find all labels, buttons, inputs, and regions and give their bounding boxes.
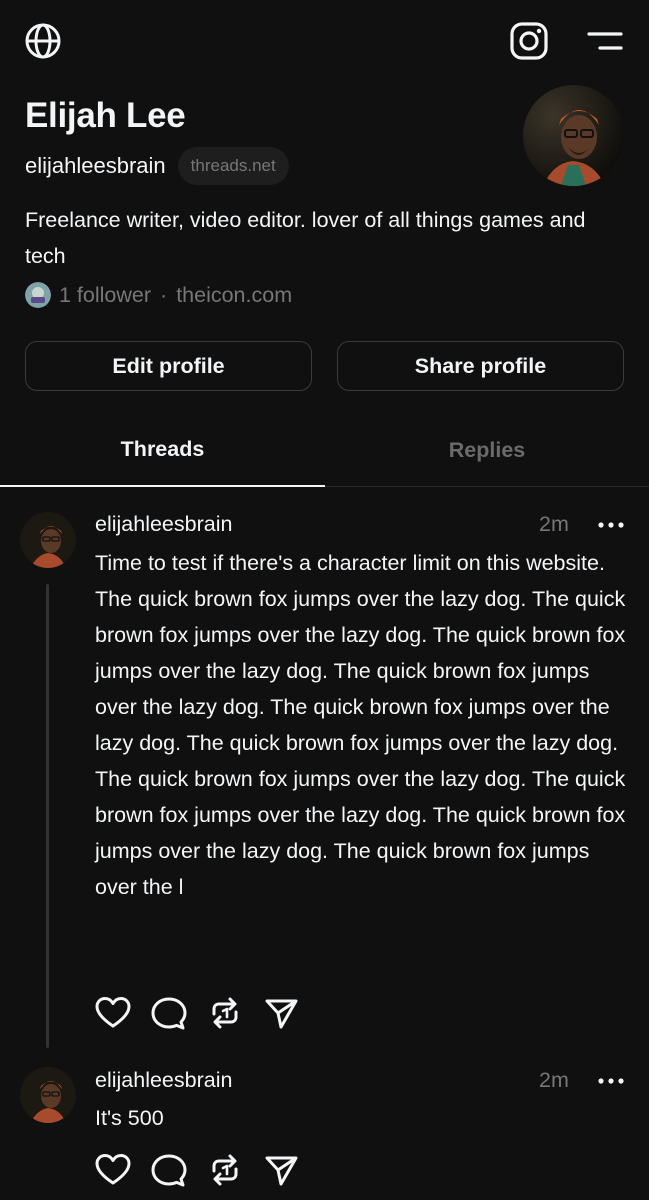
post-text: It's 500 bbox=[95, 1100, 635, 1136]
repost-icon[interactable] bbox=[207, 1152, 243, 1188]
post-username[interactable]: elijahleesbrain bbox=[95, 1068, 232, 1093]
comment-icon[interactable] bbox=[151, 995, 187, 1031]
repost-icon[interactable] bbox=[207, 995, 243, 1031]
send-icon[interactable] bbox=[263, 995, 299, 1031]
post-paragraph: It's 500 bbox=[95, 1106, 164, 1130]
top-bar bbox=[0, 0, 649, 80]
post-actions bbox=[95, 1152, 299, 1188]
share-profile-button[interactable]: Share profile bbox=[337, 341, 624, 391]
heart-icon[interactable] bbox=[95, 1152, 131, 1188]
globe-icon[interactable] bbox=[24, 22, 62, 60]
domain-badge[interactable]: threads.net bbox=[177, 147, 289, 185]
post-avatar[interactable] bbox=[20, 512, 76, 568]
post-text: Time to test if there's a character limi… bbox=[95, 545, 635, 905]
tab-replies[interactable]: Replies bbox=[325, 414, 649, 487]
followers-row: 1 follower · theicon.com bbox=[25, 280, 292, 310]
profile-bio: Freelance writer, video editor. lover of… bbox=[25, 208, 586, 268]
follower-count[interactable]: 1 follower bbox=[59, 283, 151, 308]
edit-profile-button[interactable]: Edit profile bbox=[25, 341, 312, 391]
profile-tabs: Threads Replies bbox=[0, 414, 649, 487]
profile-screen: Elijah Lee elijahleesbrain threads.net F… bbox=[0, 0, 649, 1200]
profile-name: Elijah Lee bbox=[25, 96, 186, 135]
handle-row: elijahleesbrain threads.net bbox=[25, 146, 289, 186]
profile-avatar[interactable] bbox=[523, 85, 624, 186]
post-time: 2m bbox=[539, 512, 569, 536]
separator: · bbox=[160, 282, 168, 307]
thread-line bbox=[46, 584, 49, 1048]
instagram-icon[interactable] bbox=[509, 21, 549, 61]
post-actions bbox=[95, 995, 299, 1031]
comment-icon[interactable] bbox=[151, 1152, 187, 1188]
post-time: 2m bbox=[539, 1068, 569, 1092]
post-paragraph: Time to test if there's a character limi… bbox=[95, 551, 605, 575]
heart-icon[interactable] bbox=[95, 995, 131, 1031]
follower-avatar[interactable] bbox=[25, 282, 51, 308]
tab-threads[interactable]: Threads bbox=[0, 414, 325, 487]
send-icon[interactable] bbox=[263, 1152, 299, 1188]
post-avatar[interactable] bbox=[20, 1067, 76, 1123]
more-options-icon[interactable] bbox=[596, 520, 626, 530]
post-username[interactable]: elijahleesbrain bbox=[95, 512, 232, 537]
profile-link[interactable]: theicon.com bbox=[176, 283, 292, 308]
menu-icon[interactable] bbox=[586, 28, 624, 56]
more-options-icon[interactable] bbox=[596, 1076, 626, 1086]
profile-handle: elijahleesbrain bbox=[25, 153, 166, 178]
post-paragraph: The quick brown fox jumps over the lazy … bbox=[95, 587, 626, 899]
